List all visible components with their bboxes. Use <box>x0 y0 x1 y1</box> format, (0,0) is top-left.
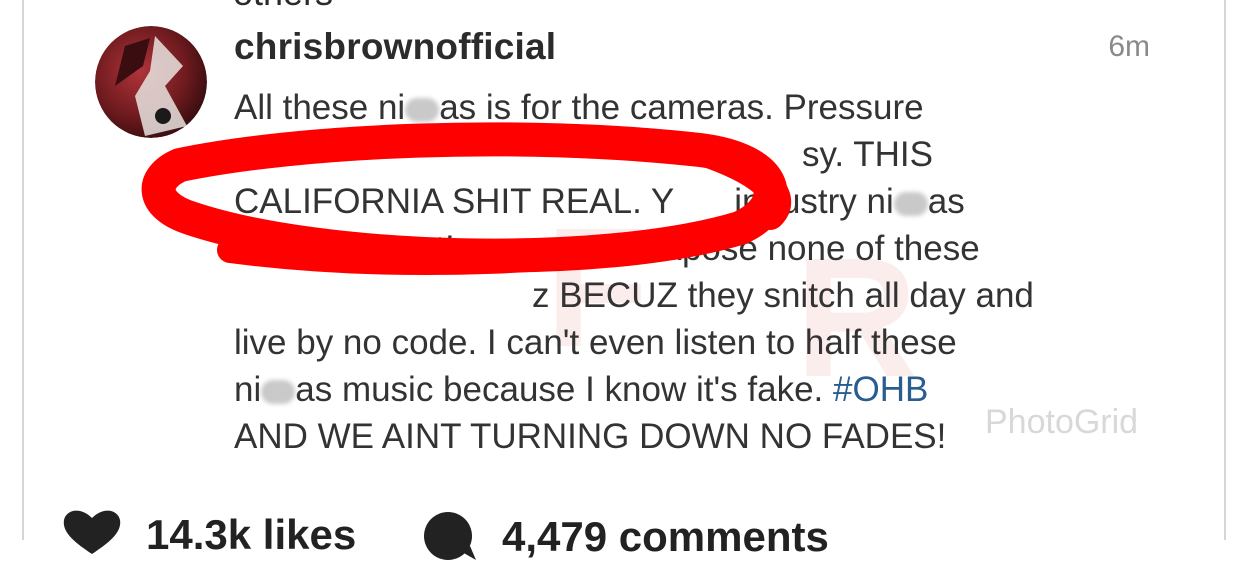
avatar-image <box>95 26 207 138</box>
censor-blur <box>261 380 296 404</box>
cut-off-text: others <box>233 0 333 14</box>
censor-blur <box>405 98 440 122</box>
likes-stat[interactable]: 14.3k likes <box>60 508 356 561</box>
caption-line: All these ni as is for the cameras. Press… <box>234 88 924 127</box>
caption-line: ain't no threat! xpose none of these <box>234 229 980 268</box>
hashtag-link[interactable]: #OHB <box>833 370 928 409</box>
caption-line: sy. THIS <box>802 135 933 174</box>
caption-line: live by no code. I can't even listen to … <box>234 323 957 362</box>
avatar[interactable] <box>95 26 207 138</box>
caption-line: AND WE AINT TURNING DOWN NO FADES! <box>234 417 947 456</box>
caption-line: CALIFORNIA SHIT REAL. Yindustry ni as <box>234 182 965 221</box>
censor-blur <box>893 192 928 216</box>
post-timestamp: 6m <box>1108 30 1150 63</box>
comments-stat[interactable]: 4,479 comments <box>418 508 829 565</box>
post-actions-bar: 14.3k likes 4,479 comments <box>60 508 1220 560</box>
caption-line: z BECUZ they snitch all day and <box>532 276 1034 315</box>
caption-line: ni as music because I know it's fake. #OH… <box>234 370 929 409</box>
comments-count[interactable]: 4,479 comments <box>502 513 829 561</box>
likes-count[interactable]: 14.3k likes <box>146 511 356 559</box>
comment-bubble-icon[interactable] <box>418 508 480 565</box>
caption-text: All these ni as is for the cameras. Press… <box>234 84 1134 460</box>
username[interactable]: chrisbrownofficial <box>234 26 556 68</box>
heart-icon[interactable] <box>60 508 124 561</box>
